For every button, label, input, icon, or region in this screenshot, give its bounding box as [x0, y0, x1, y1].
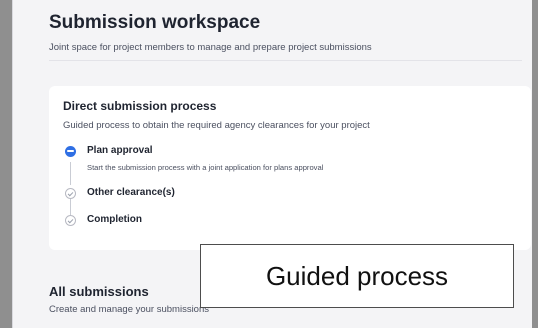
all-submissions-title: All submissions: [49, 284, 149, 299]
step-connector: [70, 162, 71, 185]
all-submissions-subtitle: Create and manage your submissions: [49, 304, 210, 315]
check-circle-icon: [65, 215, 76, 226]
card-subtitle: Guided process to obtain the required ag…: [63, 120, 370, 131]
step-label: Other clearance(s): [87, 187, 175, 198]
step-connector: [70, 197, 71, 215]
direct-submission-card: Direct submission process Guided process…: [49, 86, 531, 250]
page-title: Submission workspace: [49, 12, 261, 33]
check-circle-icon: [65, 188, 76, 199]
in-progress-icon: [65, 146, 76, 157]
page-subtitle: Joint space for project members to manag…: [49, 42, 372, 53]
step-description: Start the submission process with a join…: [87, 163, 324, 172]
step-label: Completion: [87, 214, 142, 225]
guided-process-callout: Guided process: [200, 244, 514, 308]
divider: [49, 60, 522, 61]
step-label: Plan approval: [87, 145, 153, 156]
card-title: Direct submission process: [63, 99, 217, 113]
